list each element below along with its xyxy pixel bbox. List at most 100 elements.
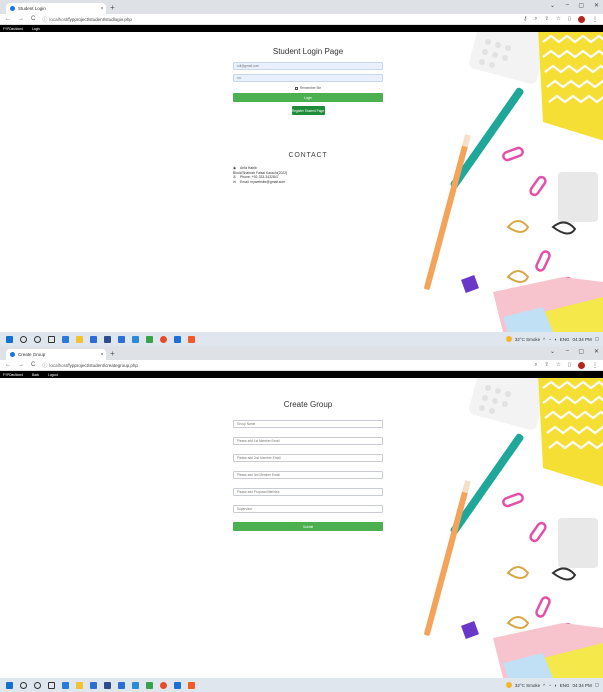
zoom-icon[interactable]: ⌕ [534,16,537,23]
share-icon[interactable]: ⇪ [544,16,549,22]
star-icon[interactable]: ☆ [556,362,561,368]
browser-tab-login[interactable]: Student Login × [6,3,106,14]
forward-icon[interactable]: → [18,16,24,22]
store-icon[interactable] [90,335,97,343]
volume-icon[interactable]: ◖ [554,683,557,688]
restore-icon[interactable]: ▢ [578,2,584,9]
address-bar: ← → C ⓘ localhost/fypproject/student/cre… [0,360,603,371]
group-name-input[interactable]: Group Name [233,420,383,428]
forward-icon[interactable]: → [18,362,24,368]
back-icon[interactable]: ← [5,16,11,22]
notification-icon[interactable]: ▢ [595,682,599,688]
cortana-icon[interactable] [34,681,41,689]
star-icon[interactable]: ☆ [556,16,561,22]
url-field[interactable]: localhost/fypproject/student/studlogin.p… [49,17,523,22]
app2-icon[interactable] [146,335,153,343]
app3-icon[interactable] [174,681,181,689]
app2-icon[interactable] [146,681,153,689]
new-tab-icon[interactable]: + [110,349,115,358]
file-explorer-icon[interactable] [76,335,83,343]
zoom-icon[interactable]: ⌕ [534,362,537,369]
task-view-icon[interactable] [48,681,55,689]
close-window-icon[interactable]: ✕ [594,348,599,355]
store-icon[interactable] [90,681,97,689]
submit-button[interactable]: Submit [233,522,383,531]
password-input[interactable]: •••• [233,74,383,82]
vscode-icon[interactable] [132,681,139,689]
app-icon[interactable] [104,335,111,343]
chevron-up-icon[interactable]: ^ [543,683,545,688]
close-tab-icon[interactable]: × [98,6,106,12]
profile-avatar[interactable] [578,15,585,23]
member2-email-input[interactable]: Please add 2nd Member Email [233,454,383,462]
minimize-icon[interactable]: – [566,2,569,8]
vscode-icon[interactable] [132,335,139,343]
close-window-icon[interactable]: ✕ [594,2,599,9]
chevron-down-icon[interactable]: ⌄ [550,348,555,355]
language-text[interactable]: ENG [560,683,570,688]
volume-icon[interactable]: ◖ [554,337,557,342]
nav-link-login[interactable]: Login [32,27,40,31]
remember-checkbox[interactable] [294,86,298,90]
supervisor-input[interactable]: Supervisor [233,505,383,513]
back-icon[interactable]: ← [5,362,11,368]
windows-start-icon[interactable] [6,681,13,689]
weather-text[interactable]: 32°C Smoke [515,337,540,342]
weather-text[interactable]: 32°C Smoke [515,683,540,688]
notification-icon[interactable]: ▢ [595,336,599,342]
remember-me[interactable]: Remember Me [233,86,383,90]
member3-email-input[interactable]: Please add 3rd Member Email [233,471,383,479]
chevron-down-icon[interactable]: ⌄ [550,2,555,9]
proposal-title-input[interactable]: Please add Proposal title/Idea [233,488,383,496]
menu-dots-icon[interactable]: ⋮ [592,362,598,369]
app-icon[interactable] [104,681,111,689]
chrome-icon[interactable] [160,681,167,689]
member1-email-input[interactable]: Please add 1st Member Email [233,437,383,445]
nav-link-dashboard[interactable]: FYPDashbord [3,27,23,31]
chrome-icon[interactable] [160,335,167,343]
minimize-icon[interactable]: – [566,348,569,354]
network-icon[interactable]: ◔ [548,683,551,688]
menu-dots-icon[interactable]: ⋮ [592,16,598,23]
xampp-icon[interactable] [188,335,195,343]
login-button[interactable]: Login [233,93,383,102]
task-view-icon[interactable] [48,335,55,343]
nav-link-back[interactable]: Back [32,373,39,377]
edge-icon[interactable] [62,681,69,689]
language-text[interactable]: ENG [560,337,570,342]
word-icon[interactable] [118,681,125,689]
site-navbar: FYPDashbord Back Logout [0,371,603,378]
file-explorer-icon[interactable] [76,681,83,689]
reload-icon[interactable]: C [31,16,35,22]
key-icon[interactable]: ⚷ [523,16,527,22]
search-icon[interactable] [20,681,27,689]
nav-link-dashboard[interactable]: FYPDashbord [3,373,23,377]
restore-icon[interactable]: ▢ [578,348,584,355]
sidepanel-icon[interactable]: ▯ [568,16,571,22]
nav-link-logout[interactable]: Logout [48,373,58,377]
sidepanel-icon[interactable]: ▯ [568,362,571,368]
share-icon[interactable]: ⇪ [544,362,549,368]
register-button[interactable]: Register Student Page [291,106,325,115]
cortana-icon[interactable] [34,335,41,343]
close-tab-icon[interactable]: × [98,352,106,358]
browser-tab-create-group[interactable]: Create Group × [6,349,106,360]
new-tab-icon[interactable]: + [110,3,115,12]
word-icon[interactable] [118,335,125,343]
clock-text[interactable]: 04:34 PM [572,683,591,688]
info-icon[interactable]: ⓘ [42,362,47,369]
search-icon[interactable] [20,335,27,343]
url-field[interactable]: localhost/fypproject/student/creategroup… [49,363,534,368]
info-icon[interactable]: ⓘ [42,16,47,23]
reload-icon[interactable]: C [31,362,35,368]
network-icon[interactable]: ◔ [548,337,551,342]
app3-icon[interactable] [174,335,181,343]
xampp-icon[interactable] [188,681,195,689]
windows-start-icon[interactable] [6,335,13,343]
chevron-up-icon[interactable]: ^ [543,337,545,342]
weather-icon [505,336,512,342]
username-input[interactable]: roll@gmail.com [233,62,383,70]
edge-icon[interactable] [62,335,69,343]
profile-avatar[interactable] [578,361,585,369]
clock-text[interactable]: 04:34 PM [572,337,591,342]
